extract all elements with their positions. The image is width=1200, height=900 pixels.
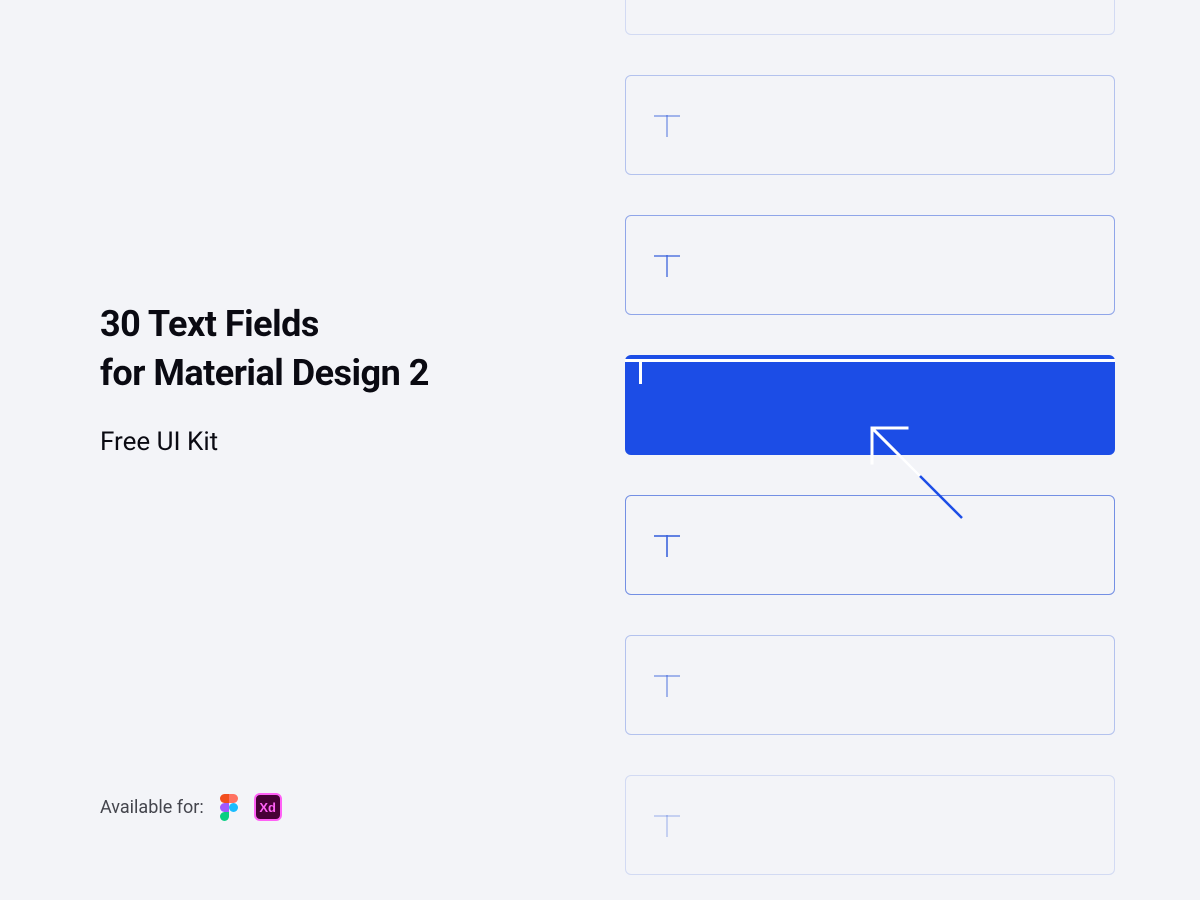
text-field-showcase <box>625 0 1115 875</box>
text-icon <box>654 812 680 838</box>
text-field-active <box>625 355 1115 455</box>
text-field-sample <box>625 75 1115 175</box>
available-label: Available for: <box>100 797 204 818</box>
headline: 30 Text Fields for Material Design 2 <box>100 300 580 397</box>
headline-line-2: for Material Design 2 <box>100 352 429 394</box>
available-row: Available for: Xd <box>100 793 282 821</box>
text-icon <box>653 390 683 420</box>
promo-text-block: 30 Text Fields for Material Design 2 Fre… <box>100 300 580 457</box>
adobe-xd-icon: Xd <box>254 793 282 821</box>
text-icon <box>654 672 680 698</box>
headline-line-1: 30 Text Fields <box>100 303 319 345</box>
figma-icon <box>220 794 238 820</box>
text-field-sample <box>625 495 1115 595</box>
text-icon <box>654 252 680 278</box>
text-field-sample <box>625 635 1115 735</box>
text-field-sample <box>625 215 1115 315</box>
subheadline: Free UI Kit <box>100 427 580 457</box>
text-icon <box>654 532 680 558</box>
text-icon <box>654 112 680 138</box>
text-field-sample <box>625 775 1115 875</box>
text-field-sample <box>625 0 1115 35</box>
